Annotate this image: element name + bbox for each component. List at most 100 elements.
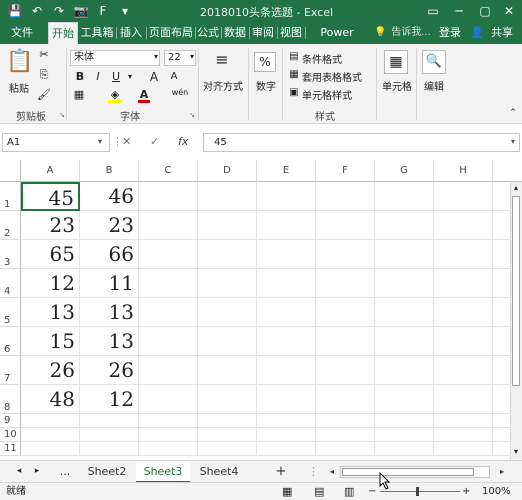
cell[interactable]: 26 [21,356,80,385]
cell[interactable] [139,356,198,385]
cell[interactable] [198,327,257,356]
cell[interactable] [375,211,434,240]
hscroll-right-icon[interactable]: ▸ [496,461,508,483]
row-header[interactable]: 1 [0,182,21,211]
add-sheet-button[interactable]: + [270,461,292,483]
zoom-slider-thumb[interactable] [416,487,419,496]
cell[interactable] [80,414,139,428]
cell[interactable] [80,428,139,442]
cell[interactable] [21,442,80,456]
cell[interactable] [375,182,434,211]
cell[interactable] [257,428,316,442]
share-button[interactable]: 共享 [486,22,518,44]
column-header-partial[interactable] [493,160,522,182]
cell[interactable]: 11 [80,269,139,298]
chevron-down-icon[interactable]: ▾ [188,50,196,64]
cell[interactable] [375,428,434,442]
cell[interactable] [375,298,434,327]
dialog-launcher-icon[interactable]: ↘ [188,108,196,122]
conditional-format-icon[interactable]: ▤ [288,50,300,64]
paste-button[interactable]: 粘贴 [6,80,32,95]
tab-view[interactable]: 视图 [278,22,304,44]
cell[interactable] [375,269,434,298]
chevron-down-icon[interactable]: ▾ [94,135,106,149]
redo-icon[interactable]: ↷ [48,2,70,20]
zoom-level[interactable]: 100% [482,483,511,500]
tab-splitter-icon[interactable]: ⋮ [308,461,319,483]
more-sheets-button[interactable]: ... [54,461,76,483]
zoom-out-button[interactable]: − [368,483,376,500]
cell[interactable] [198,356,257,385]
cell[interactable]: 26 [80,356,139,385]
cut-icon[interactable]: ✂ [36,48,52,62]
select-all-corner[interactable] [0,160,21,182]
cell[interactable] [198,442,257,456]
tab-page-layout[interactable]: 页面布局 [148,22,194,44]
cell[interactable] [257,269,316,298]
cell[interactable]: 23 [21,211,80,240]
formula-input[interactable]: 45 [203,133,520,152]
cell[interactable] [139,211,198,240]
italic-button[interactable]: I [92,70,104,84]
minimize-button[interactable]: ─ [446,0,472,22]
row-header[interactable]: 2 [0,211,21,240]
cell[interactable] [316,327,375,356]
number-format-button[interactable]: 数字 [252,78,280,93]
cell[interactable] [257,327,316,356]
cell[interactable] [375,385,434,414]
cell[interactable] [139,428,198,442]
cell[interactable] [257,442,316,456]
border-icon[interactable]: ▦ [72,88,86,102]
cell[interactable]: 65 [21,240,80,269]
cell[interactable] [434,327,493,356]
hscroll-left-icon[interactable]: ◂ [326,461,338,483]
function-icon[interactable]: fx [178,135,188,148]
cell[interactable] [434,240,493,269]
phonetic-guide-button[interactable]: wén [170,86,190,100]
horizontal-scroll-thumb[interactable] [342,468,474,476]
close-button[interactable]: ✕ [496,0,522,22]
column-header-f[interactable]: F [316,160,375,182]
maximize-button[interactable]: ▢ [472,0,498,22]
cell[interactable] [434,385,493,414]
cell[interactable]: 48 [21,385,80,414]
zoom-in-button[interactable]: + [462,483,470,500]
align-icon[interactable]: ≡ [212,50,232,70]
tab-data[interactable]: 数据 [222,22,248,44]
cell[interactable] [434,442,493,456]
cell[interactable]: 12 [80,385,139,414]
underline-button[interactable]: U [110,70,122,84]
chevron-down-icon[interactable]: ▾ [508,135,518,149]
cell[interactable] [198,269,257,298]
tab-review[interactable]: 审阅 [250,22,276,44]
cell[interactable] [434,211,493,240]
column-header-h[interactable]: H [434,160,493,182]
person-icon[interactable]: 👤 [470,22,484,44]
row-header[interactable]: 11 [0,442,21,456]
alignment-button[interactable]: 对齐方式 [200,78,246,93]
cell[interactable] [198,385,257,414]
tab-home[interactable]: 开始 [48,22,78,45]
cell[interactable] [257,385,316,414]
cell[interactable] [80,442,139,456]
sheet-tab[interactable]: Sheet4 [192,461,246,483]
cell[interactable] [198,298,257,327]
column-header-g[interactable]: G [375,160,434,182]
cells-icon[interactable]: ▦ [384,50,408,74]
cell[interactable]: 13 [80,327,139,356]
column-header-c[interactable]: C [139,160,198,182]
row-header[interactable]: 9 [0,414,21,428]
cell[interactable] [316,385,375,414]
percent-icon[interactable]: % [254,52,276,72]
chevron-down-icon[interactable]: ▾ [126,70,134,84]
cell[interactable] [198,428,257,442]
cell[interactable] [139,182,198,211]
table-format-icon[interactable]: ▦ [288,68,300,82]
grow-font-button[interactable]: A [148,70,160,84]
ribbon-display-icon[interactable]: ▭ [420,0,446,22]
column-header-d[interactable]: D [198,160,257,182]
cell[interactable]: 12 [21,269,80,298]
row-header[interactable]: 6 [0,327,21,356]
column-header-b[interactable]: B [80,160,139,182]
cell[interactable] [139,298,198,327]
